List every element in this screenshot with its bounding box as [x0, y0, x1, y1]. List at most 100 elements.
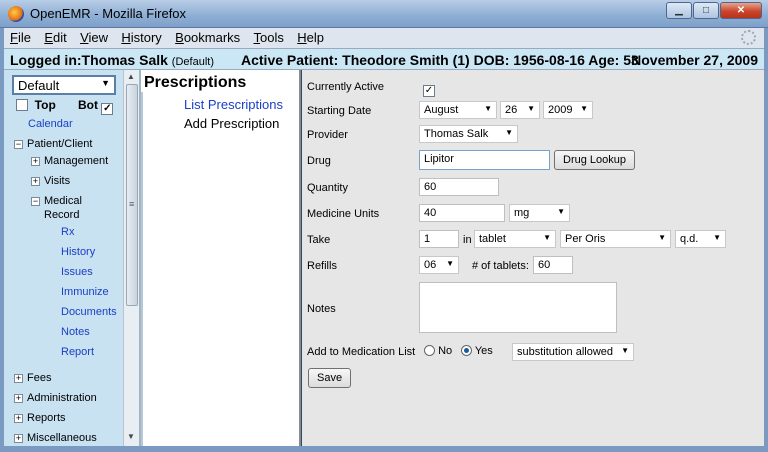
nav-medical-record[interactable]: − Medical — [31, 195, 82, 207]
panel-divider — [141, 92, 143, 446]
take-route-select[interactable]: Per Oris ▼ — [560, 230, 671, 248]
add-prescription-link[interactable]: Add Prescription — [184, 116, 279, 131]
menu-history[interactable]: History — [117, 28, 165, 47]
take-form-select[interactable]: tablet ▼ — [474, 230, 556, 248]
patient-status-bar: Logged in:Thomas Salk (Default) Active P… — [4, 48, 764, 70]
menu-view[interactable]: View — [76, 28, 112, 47]
expand-icon[interactable]: + — [31, 157, 40, 166]
nav-issues[interactable]: Issues — [61, 266, 93, 278]
chevron-down-icon: ▼ — [713, 233, 721, 242]
close-button[interactable]: ✕ — [720, 2, 762, 19]
scroll-down-icon[interactable]: ▼ — [127, 432, 135, 441]
menu-bar: File Edit View History Bookmarks Tools H… — [4, 28, 764, 48]
substitution-select[interactable]: substitution allowed ▼ — [512, 343, 634, 361]
nav-report[interactable]: Report — [61, 346, 94, 358]
tablets-label: # of tablets: — [472, 260, 529, 272]
quantity-input[interactable]: 60 — [419, 178, 499, 196]
nav-administration[interactable]: + Administration — [14, 392, 97, 404]
left-navigation: Default ▼ Top Bot ✓ Calendar − Patient/Cli… — [4, 70, 139, 446]
provider-select[interactable]: Thomas Salk ▼ — [419, 125, 518, 143]
bot-checkbox[interactable]: ✓ — [101, 103, 114, 115]
drug-lookup-button[interactable]: Drug Lookup — [554, 150, 635, 170]
save-button[interactable]: Save — [308, 368, 352, 388]
notes-textarea[interactable] — [419, 282, 617, 333]
scroll-up-icon[interactable]: ▲ — [127, 72, 135, 81]
expand-icon[interactable]: + — [14, 374, 23, 383]
active-patient[interactable]: Active Patient: Theodore Smith (1) DOB: … — [241, 52, 639, 68]
expand-icon[interactable]: + — [31, 177, 40, 186]
tablets-input[interactable]: 60 — [533, 256, 573, 274]
chevron-down-icon: ▼ — [543, 233, 551, 242]
med-list-yes-option[interactable]: Yes — [461, 345, 493, 357]
chevron-down-icon: ▼ — [580, 104, 588, 113]
chevron-down-icon: ▼ — [446, 259, 454, 268]
add-to-medication-list-label: Add to Medication List — [307, 346, 416, 358]
take-amount-input[interactable]: 1 — [419, 230, 459, 248]
nav-miscellaneous[interactable]: + Miscellaneous — [14, 432, 97, 444]
scroll-thumb[interactable]: ≡ — [126, 84, 138, 306]
start-day-select[interactable]: 26 ▼ — [500, 101, 540, 119]
collapse-icon[interactable]: − — [31, 197, 40, 206]
nav-management[interactable]: + Management — [31, 155, 108, 167]
take-interval-select[interactable]: q.d. ▼ — [675, 230, 726, 248]
chevron-down-icon: ▼ — [658, 233, 666, 242]
maximize-button[interactable]: □ — [693, 2, 719, 19]
nav-patient-client[interactable]: − Patient/Client — [14, 138, 92, 150]
nav-scrollbar[interactable]: ▲ ≡ ▼ — [123, 70, 139, 446]
menu-edit[interactable]: Edit — [40, 28, 70, 47]
bot-frame-option[interactable]: Bot ✓ — [78, 98, 114, 115]
nav-reports[interactable]: + Reports — [14, 412, 66, 424]
grip-icon: ≡ — [129, 199, 135, 209]
nav-fees[interactable]: + Fees — [14, 372, 51, 384]
nav-documents[interactable]: Documents — [61, 306, 117, 318]
menu-tools[interactable]: Tools — [250, 28, 288, 47]
loading-throbber-icon — [741, 30, 756, 45]
starting-date-label: Starting Date — [307, 105, 372, 117]
expand-icon[interactable]: + — [14, 394, 23, 403]
quantity-label: Quantity — [307, 182, 348, 194]
chevron-down-icon: ▼ — [101, 78, 110, 88]
nav-immunize[interactable]: Immunize — [61, 286, 109, 298]
start-year-select[interactable]: 2009 ▼ — [543, 101, 593, 119]
nav-visits[interactable]: + Visits — [31, 175, 70, 187]
menu-help[interactable]: Help — [293, 28, 328, 47]
chevron-down-icon: ▼ — [557, 207, 565, 216]
expand-icon[interactable]: + — [14, 414, 23, 423]
menu-bookmarks[interactable]: Bookmarks — [171, 28, 244, 47]
refills-select[interactable]: 06 ▼ — [419, 256, 459, 274]
list-prescriptions-link[interactable]: List Prescriptions — [184, 97, 283, 112]
nav-calendar[interactable]: Calendar — [28, 118, 73, 130]
in-label: in — [463, 234, 472, 246]
units-value-input[interactable]: 40 — [419, 204, 505, 222]
nav-history[interactable]: History — [61, 246, 95, 258]
current-date: November 27, 2009 — [631, 52, 758, 68]
top-frame-option[interactable]: Top — [16, 98, 56, 112]
window-title: OpenEMR - Mozilla Firefox — [30, 6, 187, 21]
logged-in-user: Logged in:Thomas Salk (Default) — [10, 52, 214, 68]
menu-file[interactable]: File — [6, 28, 35, 47]
nav-profile-select[interactable]: Default ▼ — [12, 75, 116, 95]
minimize-button[interactable]: ▁ — [666, 2, 692, 19]
refills-label: Refills — [307, 260, 337, 272]
radio-no[interactable] — [424, 345, 435, 356]
top-checkbox[interactable] — [16, 99, 28, 111]
firefox-icon — [8, 6, 24, 22]
take-label: Take — [307, 234, 331, 246]
nav-medical-record-line2[interactable]: Record — [44, 209, 79, 221]
currently-active-checkbox[interactable]: ✓ — [423, 80, 435, 97]
units-unit-select[interactable]: mg ▼ — [509, 204, 570, 222]
currently-active-label: Currently Active — [307, 81, 385, 93]
drug-input[interactable]: Lipitor — [419, 150, 550, 170]
prescription-form: Currently Active ✓ Starting Date August ▼… — [301, 70, 764, 446]
notes-label: Notes — [307, 303, 336, 315]
med-list-no-option[interactable]: No — [424, 345, 452, 357]
radio-yes[interactable] — [461, 345, 472, 356]
start-month-select[interactable]: August ▼ — [419, 101, 497, 119]
expand-icon[interactable]: + — [14, 434, 23, 443]
nav-notes[interactable]: Notes — [61, 326, 90, 338]
window-frame-right — [764, 28, 768, 446]
provider-label: Provider — [307, 129, 348, 141]
drug-label: Drug — [307, 155, 331, 167]
collapse-icon[interactable]: − — [14, 140, 23, 149]
nav-rx[interactable]: Rx — [61, 226, 74, 238]
